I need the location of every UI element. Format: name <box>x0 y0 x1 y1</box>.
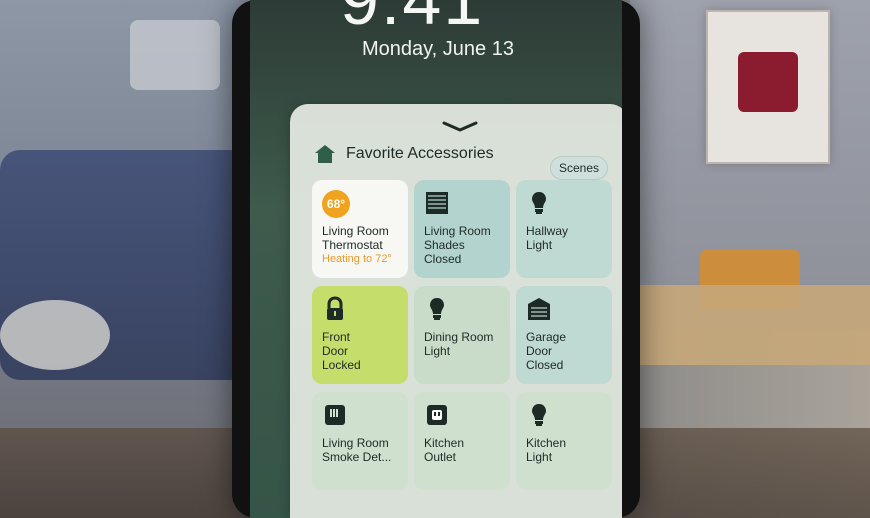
tile-dining-room-light[interactable]: Dining Room Light <box>414 286 510 384</box>
tile-line2: Door <box>322 344 349 358</box>
tile-label: Kitchen Light <box>526 436 606 464</box>
smoke-detector-icon <box>322 402 348 428</box>
bulb-icon <box>424 296 450 322</box>
tile-name: Dining Room <box>424 330 494 344</box>
tile-living-room-thermostat[interactable]: 68° Living Room Thermostat Heating to 72… <box>312 180 408 278</box>
favorite-accessories-widget: Favorite Accessories Scenes 68° Living R… <box>290 104 622 518</box>
painting-art <box>738 52 798 112</box>
widget-title: Favorite Accessories <box>346 145 494 162</box>
home-icon <box>314 144 336 164</box>
tile-status: Heating to 72° <box>322 253 392 265</box>
iphone-device: 9:41 Monday, June 13 Favorite Accessorie… <box>232 0 640 518</box>
tile-name: Garage <box>526 330 567 344</box>
tile-name: Kitchen <box>424 436 465 450</box>
tile-kitchen-light[interactable]: Kitchen Light <box>516 392 612 490</box>
tile-label: Living Room Smoke Det... <box>322 436 402 464</box>
background-table <box>630 285 870 365</box>
tile-name: Living Room <box>424 224 491 238</box>
shades-icon <box>424 190 450 216</box>
background-lamp <box>130 20 220 90</box>
thermostat-icon: 68° <box>322 190 350 218</box>
widget-header: Favorite Accessories <box>314 144 494 164</box>
tile-line2: Thermostat <box>322 238 383 252</box>
outlet-icon <box>424 402 450 428</box>
background-painting <box>706 10 830 164</box>
tile-name: Living Room <box>322 436 389 450</box>
tile-status: Closed <box>526 358 564 372</box>
tile-label: Front Door Locked <box>322 330 402 372</box>
tile-living-room-smoke-detector[interactable]: Living Room Smoke Det... <box>312 392 408 490</box>
tile-label: Dining Room Light <box>424 330 504 358</box>
lockscreen-time: 9:41 <box>340 0 485 39</box>
bulb-icon <box>526 402 552 428</box>
tile-line2: Door <box>526 344 553 358</box>
tile-name: Hallway <box>526 224 569 238</box>
tile-name: Kitchen <box>526 436 567 450</box>
tile-hallway-light[interactable]: Hallway Light <box>516 180 612 278</box>
tile-label: Living Room Thermostat Heating to 72° <box>322 224 402 266</box>
garage-icon <box>526 296 552 322</box>
lock-screen: 9:41 Monday, June 13 Favorite Accessorie… <box>250 0 622 518</box>
tile-label: Kitchen Outlet <box>424 436 504 464</box>
chevron-down-icon[interactable] <box>440 120 480 132</box>
accessories-grid: 68° Living Room Thermostat Heating to 72… <box>312 180 612 500</box>
tile-name: Living Room <box>322 224 389 238</box>
tile-line2: Light <box>526 450 553 464</box>
lock-icon <box>322 296 348 322</box>
tile-front-door[interactable]: Front Door Locked <box>312 286 408 384</box>
tile-line2: Outlet <box>424 450 457 464</box>
tile-living-room-shades[interactable]: Living Room Shades Closed <box>414 180 510 278</box>
background-side-table <box>0 300 110 370</box>
tile-status: Locked <box>322 358 361 372</box>
bulb-icon <box>526 190 552 216</box>
tile-line2: Light <box>424 344 451 358</box>
tile-line2: Shades <box>424 238 465 252</box>
tile-label: Garage Door Closed <box>526 330 606 372</box>
tile-status: Closed <box>424 252 462 266</box>
scenes-button[interactable]: Scenes <box>549 156 608 180</box>
tile-kitchen-outlet[interactable]: Kitchen Outlet <box>414 392 510 490</box>
temperature-badge: 68° <box>322 190 350 218</box>
tile-line2: Smoke Det... <box>322 450 392 464</box>
tile-name: Front <box>322 330 351 344</box>
lockscreen-date: Monday, June 13 <box>362 38 514 60</box>
tile-line2: Light <box>526 238 553 252</box>
tile-label: Hallway Light <box>526 224 606 252</box>
tile-label: Living Room Shades Closed <box>424 224 504 266</box>
tile-garage-door[interactable]: Garage Door Closed <box>516 286 612 384</box>
